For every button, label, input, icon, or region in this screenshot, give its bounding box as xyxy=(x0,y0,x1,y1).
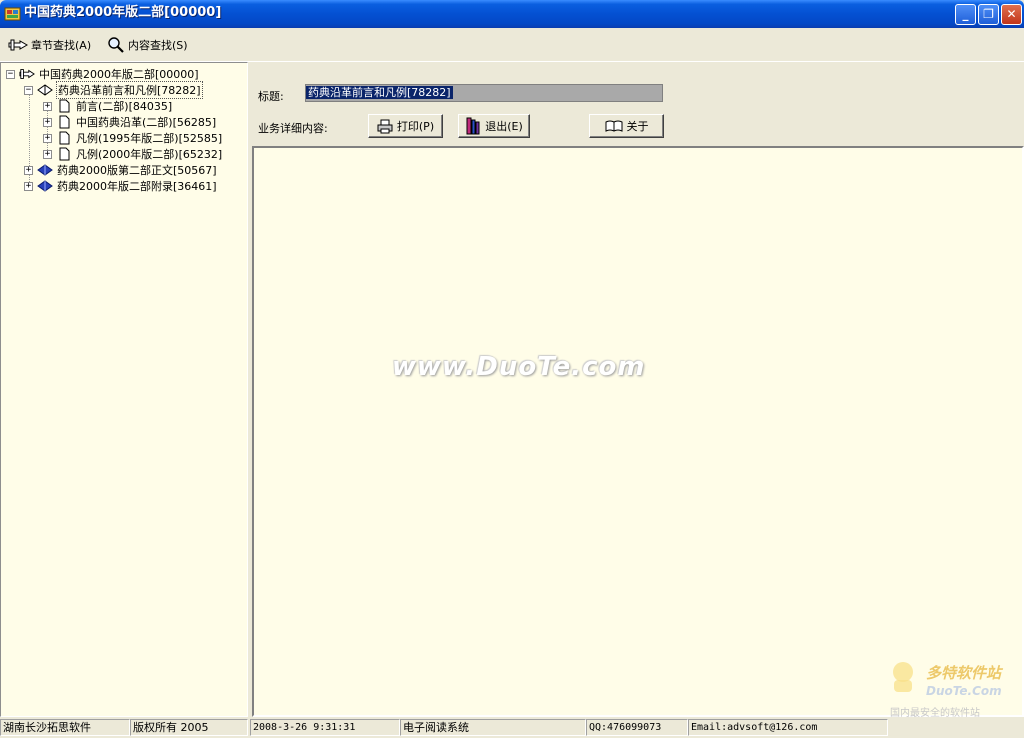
mascot-icon xyxy=(893,662,913,692)
tree-expander[interactable]: − xyxy=(24,85,33,95)
site-logo: 多特软件站 DuoTe.Com 国内最安全的软件站 xyxy=(884,660,1024,720)
hand-pointer-icon xyxy=(8,39,28,51)
tree-expander[interactable]: + xyxy=(43,133,52,143)
tree-node-label: 药典沿革前言和凡例[78282] xyxy=(56,81,203,99)
tree-expander[interactable]: + xyxy=(43,149,52,159)
app-window: 中国药典2000年版二部[00000] _ ❐ ✕ 章节查找(A) 内容查找(S… xyxy=(0,0,1024,738)
tree-expander[interactable]: + xyxy=(24,165,33,175)
status-system: 电子阅读系统 xyxy=(400,719,586,736)
chapter-search-button[interactable]: 章节查找(A) xyxy=(8,36,91,54)
tree-node-label: 凡例(1995年版二部)[52585] xyxy=(76,132,223,145)
tree-node-label: 中国药典2000年版二部[00000] xyxy=(39,68,199,81)
open-book-icon xyxy=(37,84,53,96)
tree-expander[interactable]: − xyxy=(6,69,15,79)
tree-node-root[interactable]: − 中国药典2000年版二部[00000] xyxy=(6,66,200,82)
tree-node-notes-2000[interactable]: + 凡例(2000年版二部)[65232] xyxy=(43,146,223,162)
minimize-button[interactable]: _ xyxy=(955,4,976,25)
about-label: 关于 xyxy=(626,120,649,133)
tree-node-notes-1995[interactable]: + 凡例(1995年版二部)[52585] xyxy=(43,130,223,146)
close-button[interactable]: ✕ xyxy=(1001,4,1022,25)
tree-node-label: 药典2000版第二部正文[50567] xyxy=(57,164,217,177)
logo-text: 多特软件站 xyxy=(926,664,1002,682)
page-icon xyxy=(59,131,70,145)
watermark-text: www.DuoTe.com xyxy=(392,352,646,382)
status-datetime: 2008-3-26 9:31:31 xyxy=(250,719,400,736)
status-bar: 湖南长沙拓思软件 版权所有 2005 2008-3-26 9:31:31 电子阅… xyxy=(0,717,1024,738)
status-email: Email:advsoft@126.com xyxy=(688,719,888,736)
status-copyright: 版权所有 2005 xyxy=(130,719,248,736)
tree-node-history[interactable]: + 中国药典沿革(二部)[56285] xyxy=(43,114,217,130)
title-value: 药典沿革前言和凡例[78282] xyxy=(306,86,453,99)
tree-node-appendix[interactable]: + 药典2000年版二部附录[36461] xyxy=(24,178,218,194)
content-search-label: 内容查找(S) xyxy=(128,39,188,52)
chapter-search-label: 章节查找(A) xyxy=(31,39,92,52)
open-book-icon xyxy=(605,120,622,132)
exit-label: 退出(E) xyxy=(485,120,523,133)
title-label: 标题: xyxy=(258,90,284,103)
tree-node-label: 凡例(2000年版二部)[65232] xyxy=(76,148,223,161)
printer-icon xyxy=(377,119,393,133)
chapter-tree[interactable]: − 中国药典2000年版二部[00000] − 药典沿革前言和凡例[78282]… xyxy=(0,62,248,717)
closed-book-icon xyxy=(37,164,53,176)
content-viewer[interactable] xyxy=(252,146,1024,717)
title-bar[interactable]: 中国药典2000年版二部[00000] _ ❐ ✕ xyxy=(0,0,1024,28)
content-label: 业务详细内容: xyxy=(258,122,328,135)
exit-button[interactable]: 退出(E) xyxy=(458,114,530,138)
content-search-button[interactable]: 内容查找(S) xyxy=(107,36,188,54)
tree-node-label: 前言(二部)[84035] xyxy=(76,100,173,113)
tree-node-label: 中国药典沿革(二部)[56285] xyxy=(76,116,217,129)
app-icon xyxy=(4,7,21,21)
logo-sub: DuoTe.Com xyxy=(926,684,1002,698)
title-field[interactable]: 药典沿革前言和凡例[78282] xyxy=(305,84,663,102)
window-title: 中国药典2000年版二部[00000] xyxy=(24,5,222,20)
toolbar: 章节查找(A) 内容查找(S) xyxy=(0,28,1024,62)
status-company: 湖南长沙拓思软件 xyxy=(0,719,130,736)
tree-expander[interactable]: + xyxy=(24,181,33,191)
tree-expander[interactable]: + xyxy=(43,101,52,111)
page-icon xyxy=(59,147,70,161)
print-label: 打印(P) xyxy=(396,120,435,133)
magnifier-icon xyxy=(108,37,124,53)
hand-pointer-icon xyxy=(19,69,35,79)
page-icon xyxy=(59,115,70,129)
restore-button[interactable]: ❐ xyxy=(978,4,999,25)
status-qq: QQ:476099073 xyxy=(586,719,688,736)
tree-node-main-text[interactable]: + 药典2000版第二部正文[50567] xyxy=(24,162,218,178)
print-button[interactable]: 打印(P) xyxy=(368,114,443,138)
about-button[interactable]: 关于 xyxy=(589,114,664,138)
tree-expander[interactable]: + xyxy=(43,117,52,127)
tree-node-foreword-section[interactable]: − 药典沿革前言和凡例[78282] xyxy=(24,81,203,99)
exit-door-icon xyxy=(466,117,480,135)
page-icon xyxy=(59,99,70,113)
tree-node-label: 药典2000年版二部附录[36461] xyxy=(57,180,217,193)
tree-node-preface[interactable]: + 前言(二部)[84035] xyxy=(43,98,173,114)
closed-book-icon xyxy=(37,180,53,192)
